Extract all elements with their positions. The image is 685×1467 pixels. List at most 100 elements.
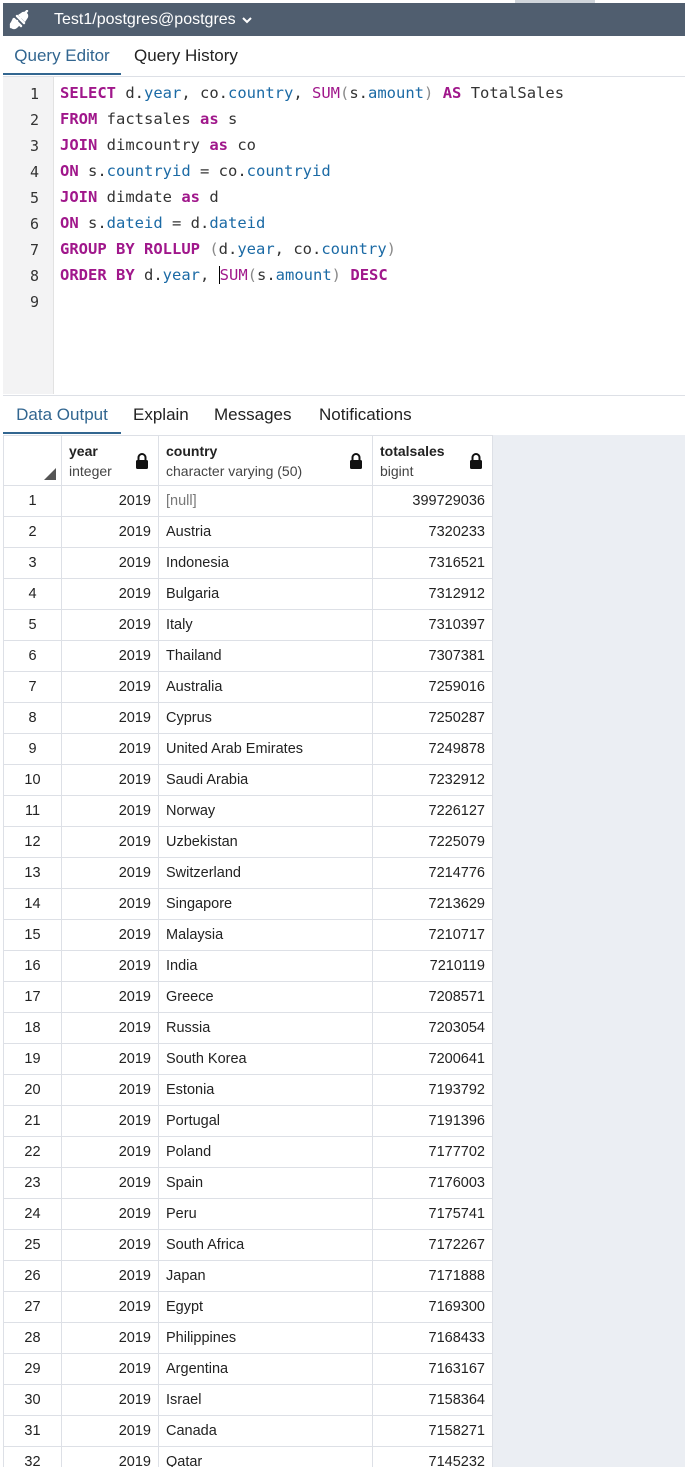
year-cell[interactable]: 2019 [61,578,159,610]
row-number-cell[interactable]: 14 [3,888,62,920]
code-line[interactable]: ON s.dateid = d.dateid [60,214,265,232]
table-row[interactable]: 30 2019 Israel 7158364 [3,1384,493,1416]
table-row[interactable]: 19 2019 South Korea 7200641 [3,1043,493,1075]
row-number-cell[interactable]: 8 [3,702,62,734]
country-cell[interactable]: Argentina [158,1353,373,1385]
country-cell[interactable]: Indonesia [158,547,373,579]
totalsales-cell[interactable]: 7232912 [372,764,493,796]
country-cell[interactable]: India [158,950,373,982]
table-row[interactable]: 27 2019 Egypt 7169300 [3,1291,493,1323]
year-cell[interactable]: 2019 [61,1229,159,1261]
totalsales-cell[interactable]: 7200641 [372,1043,493,1075]
totalsales-cell[interactable]: 7203054 [372,1012,493,1044]
totalsales-cell[interactable]: 7225079 [372,826,493,858]
totalsales-cell[interactable]: 7249878 [372,733,493,765]
country-cell[interactable]: South Korea [158,1043,373,1075]
totalsales-cell[interactable]: 7169300 [372,1291,493,1323]
column-header-year[interactable]: year integer [61,435,159,486]
totalsales-cell[interactable]: 399729036 [372,485,493,517]
table-row[interactable]: 8 2019 Cyprus 7250287 [3,702,493,734]
column-header-totalsales[interactable]: totalsales bigint [372,435,493,486]
table-row[interactable]: 9 2019 United Arab Emirates 7249878 [3,733,493,765]
year-cell[interactable]: 2019 [61,1136,159,1168]
table-row[interactable]: 2 2019 Austria 7320233 [3,516,493,548]
country-cell[interactable]: South Africa [158,1229,373,1261]
year-cell[interactable]: 2019 [61,919,159,951]
country-cell[interactable]: Philippines [158,1322,373,1354]
table-row[interactable]: 13 2019 Switzerland 7214776 [3,857,493,889]
row-number-cell[interactable]: 18 [3,1012,62,1044]
table-row[interactable]: 31 2019 Canada 7158271 [3,1415,493,1447]
totalsales-cell[interactable]: 7210717 [372,919,493,951]
column-header-country[interactable]: country character varying (50) [158,435,373,486]
row-number-cell[interactable]: 23 [3,1167,62,1199]
country-cell[interactable]: Greece [158,981,373,1013]
country-cell[interactable]: Uzbekistan [158,826,373,858]
row-number-cell[interactable]: 11 [3,795,62,827]
row-number-cell[interactable]: 3 [3,547,62,579]
totalsales-cell[interactable]: 7171888 [372,1260,493,1292]
connection-bar[interactable]: Test1/postgres@postgres [3,3,685,36]
row-number-cell[interactable]: 12 [3,826,62,858]
year-cell[interactable]: 2019 [61,1322,159,1354]
table-row[interactable]: 14 2019 Singapore 7213629 [3,888,493,920]
totalsales-cell[interactable]: 7316521 [372,547,493,579]
table-row[interactable]: 4 2019 Bulgaria 7312912 [3,578,493,610]
table-row[interactable]: 1 2019 [null] 399729036 [3,485,493,517]
code-line[interactable]: JOIN dimdate as d [60,188,219,206]
country-cell[interactable]: Italy [158,609,373,641]
row-number-cell[interactable]: 25 [3,1229,62,1261]
row-number-cell[interactable]: 27 [3,1291,62,1323]
country-cell[interactable]: Australia [158,671,373,703]
table-row[interactable]: 16 2019 India 7210119 [3,950,493,982]
row-number-cell[interactable]: 29 [3,1353,62,1385]
year-cell[interactable]: 2019 [61,1105,159,1137]
totalsales-cell[interactable]: 7213629 [372,888,493,920]
table-row[interactable]: 24 2019 Peru 7175741 [3,1198,493,1230]
table-row[interactable]: 11 2019 Norway 7226127 [3,795,493,827]
country-cell[interactable]: Austria [158,516,373,548]
country-cell[interactable]: Egypt [158,1291,373,1323]
year-cell[interactable]: 2019 [61,733,159,765]
year-cell[interactable]: 2019 [61,1167,159,1199]
row-number-cell[interactable]: 10 [3,764,62,796]
totalsales-cell[interactable]: 7168433 [372,1322,493,1354]
row-number-cell[interactable]: 32 [3,1446,62,1467]
year-cell[interactable]: 2019 [61,950,159,982]
row-number-cell[interactable]: 13 [3,857,62,889]
connection-title[interactable]: Test1/postgres@postgres [54,11,236,29]
row-number-cell[interactable]: 26 [3,1260,62,1292]
table-row[interactable]: 5 2019 Italy 7310397 [3,609,493,641]
row-number-cell[interactable]: 17 [3,981,62,1013]
country-cell[interactable]: Saudi Arabia [158,764,373,796]
country-cell[interactable]: Russia [158,1012,373,1044]
country-cell[interactable]: Poland [158,1136,373,1168]
country-cell[interactable]: Switzerland [158,857,373,889]
country-cell[interactable]: Spain [158,1167,373,1199]
table-row[interactable]: 12 2019 Uzbekistan 7225079 [3,826,493,858]
country-cell[interactable]: Canada [158,1415,373,1447]
year-cell[interactable]: 2019 [61,609,159,641]
year-cell[interactable]: 2019 [61,1291,159,1323]
table-row[interactable]: 22 2019 Poland 7177702 [3,1136,493,1168]
year-cell[interactable]: 2019 [61,1260,159,1292]
totalsales-cell[interactable]: 7172267 [372,1229,493,1261]
row-number-cell[interactable]: 9 [3,733,62,765]
country-cell[interactable]: Israel [158,1384,373,1416]
country-cell[interactable]: Peru [158,1198,373,1230]
country-cell[interactable]: Norway [158,795,373,827]
table-row[interactable]: 26 2019 Japan 7171888 [3,1260,493,1292]
totalsales-cell[interactable]: 7307381 [372,640,493,672]
table-row[interactable]: 28 2019 Philippines 7168433 [3,1322,493,1354]
year-cell[interactable]: 2019 [61,485,159,517]
totalsales-cell[interactable]: 7250287 [372,702,493,734]
row-number-cell[interactable]: 19 [3,1043,62,1075]
tab-messages[interactable]: Messages [214,396,291,434]
year-cell[interactable]: 2019 [61,1353,159,1385]
code-line[interactable]: SELECT d.year, co.country, SUM(s.amount)… [60,84,564,102]
row-number-cell[interactable]: 30 [3,1384,62,1416]
totalsales-cell[interactable]: 7210119 [372,950,493,982]
year-cell[interactable]: 2019 [61,640,159,672]
year-cell[interactable]: 2019 [61,826,159,858]
country-cell[interactable]: Thailand [158,640,373,672]
